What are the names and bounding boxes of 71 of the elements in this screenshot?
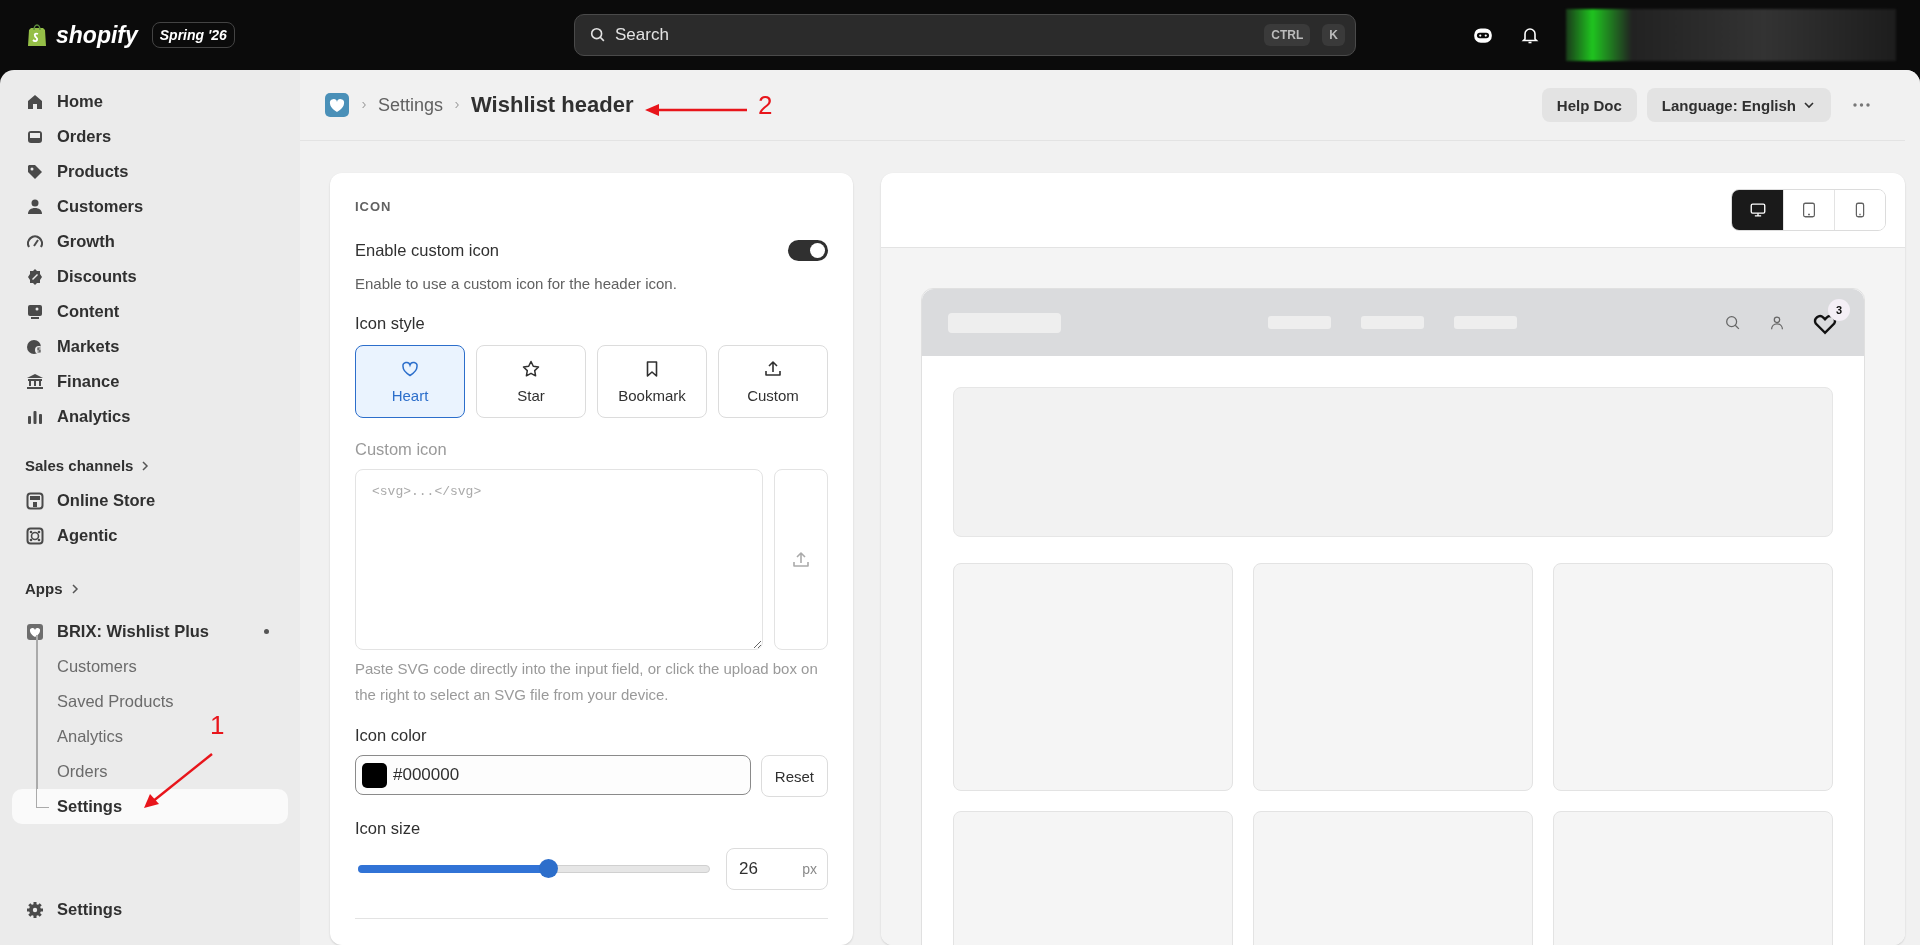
bell-icon: [1520, 25, 1540, 45]
nav-item[interactable]: Home: [12, 84, 288, 119]
reset-button[interactable]: Reset: [760, 755, 828, 797]
field-label: Icon color: [355, 726, 428, 745]
breadcrumb-link[interactable]: Settings: [378, 94, 444, 116]
chevron-right-icon: [453, 101, 462, 109]
star-icon: [521, 359, 541, 379]
field-label: Custom icon: [355, 440, 448, 459]
discount-badge-icon: [25, 266, 45, 287]
app-subnav-item[interactable]: Settings: [12, 789, 288, 824]
tablet-icon: [1800, 201, 1818, 219]
app-subnav-item[interactable]: Customers: [12, 649, 137, 684]
edition-badge: Spring '26: [151, 22, 235, 48]
upload-icon: [791, 549, 811, 570]
icon-style-option[interactable]: Custom: [718, 345, 828, 418]
chevron-right-icon: [360, 101, 368, 109]
wishlist-count-badge: 3: [1828, 298, 1850, 321]
nav-item[interactable]: Content: [12, 294, 288, 329]
blurred-account-block[interactable]: [1566, 9, 1896, 61]
agent-icon: [25, 525, 45, 546]
keyboard-key: K: [1322, 24, 1345, 46]
nav-item[interactable]: Analytics: [12, 399, 288, 434]
device-toggle-button[interactable]: [1834, 190, 1885, 230]
nav-item[interactable]: Growth: [12, 224, 288, 259]
toggle-switch[interactable]: [788, 240, 828, 261]
size-slider[interactable]: [358, 859, 710, 879]
nav-item[interactable]: Discounts: [12, 259, 288, 294]
toggle-description: Enable to use a custom icon for the header icon.: [355, 275, 678, 292]
nav-item[interactable]: Finance: [12, 364, 288, 399]
size-field[interactable]: 26 px: [726, 848, 828, 890]
nav-item[interactable]: Agentic: [12, 518, 288, 553]
keyboard-key: CTRL: [1264, 24, 1311, 46]
help-text: Paste SVG code directly into the input field, or click the upload box on the right to select an SVG file from your device.: [355, 659, 819, 705]
icon-style-option[interactable]: Heart: [355, 345, 465, 418]
language-dropdown[interactable]: Language: English: [1646, 88, 1831, 122]
app-nav-item[interactable]: BRIX: Wishlist Plus: [12, 614, 288, 649]
heart-icon: [400, 359, 420, 379]
icon-style-option[interactable]: Star: [476, 345, 586, 418]
nav-item[interactable]: Settings: [12, 892, 288, 927]
annotation-number: 2: [758, 90, 773, 121]
nav-item[interactable]: Online Store: [12, 483, 288, 518]
search-field[interactable]: Search CTRL K: [574, 14, 1356, 56]
monitor-icon: [1748, 201, 1767, 219]
toggle-label: Enable custom icon: [355, 241, 499, 260]
icon-style-option[interactable]: Bookmark: [597, 345, 707, 418]
app-subnav-item[interactable]: Saved Products: [12, 684, 174, 719]
nav-item[interactable]: Products: [12, 154, 288, 189]
nav-item[interactable]: Orders: [12, 119, 288, 154]
page-title: Wishlist header: [471, 92, 634, 118]
nav-item[interactable]: Customers: [12, 189, 288, 224]
section-heading[interactable]: Sales channels: [12, 448, 288, 483]
search-icon: [1724, 313, 1742, 332]
color-swatch[interactable]: [362, 762, 387, 788]
section-heading[interactable]: Apps: [12, 571, 288, 606]
device-toggle-button[interactable]: [1732, 190, 1783, 230]
color-field[interactable]: #000000: [355, 755, 751, 795]
help-doc-button[interactable]: Help Doc: [1541, 88, 1637, 122]
gear-icon: [25, 899, 45, 920]
upload-icon: [763, 359, 783, 379]
search-icon: [589, 26, 607, 44]
brand-name: shopify: [56, 21, 138, 49]
storefront-icon: [25, 490, 45, 511]
bank-icon: [25, 371, 45, 392]
field-label: Icon style: [355, 314, 426, 333]
field-label: Icon size: [355, 819, 422, 838]
section-title: ICON: [355, 199, 393, 214]
app-subnav-item[interactable]: Orders: [12, 754, 108, 789]
annotation-number: 1: [210, 710, 225, 741]
app-subnav-item[interactable]: Analytics: [12, 719, 124, 754]
nav-item[interactable]: Markets: [12, 329, 288, 364]
more-icon: [1852, 103, 1870, 107]
